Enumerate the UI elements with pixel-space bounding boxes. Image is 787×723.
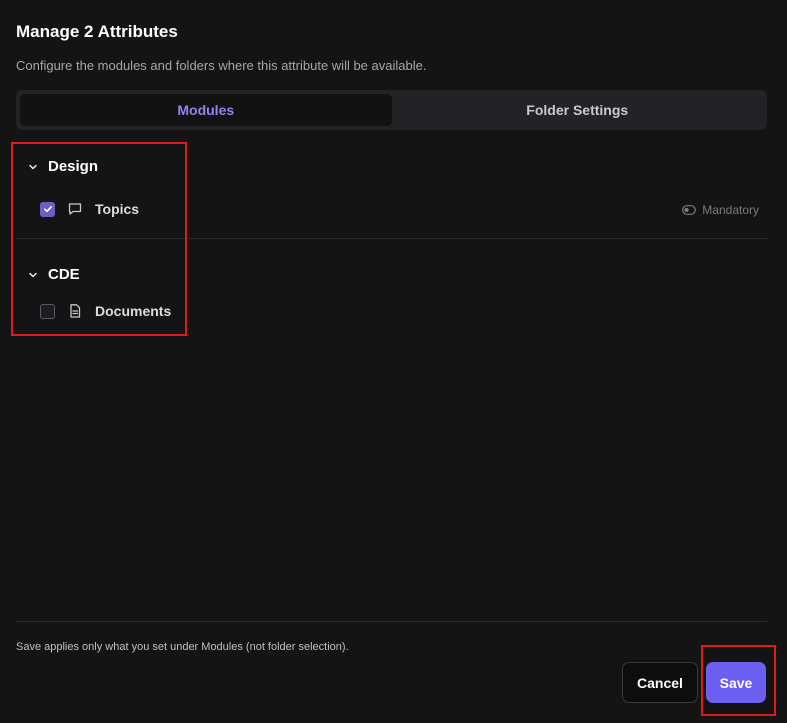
- module-row-topics: Topics: [40, 201, 139, 217]
- mandatory-toggle[interactable]: Mandatory: [682, 203, 759, 217]
- dialog-title: Manage 2 Attributes: [16, 22, 178, 41]
- chevron-down-icon: [29, 164, 37, 169]
- tab-modules[interactable]: Modules: [20, 94, 392, 126]
- comment-icon: [67, 201, 83, 217]
- group-label: Design: [48, 158, 99, 175]
- documents-checkbox[interactable]: [40, 303, 55, 319]
- document-icon: [67, 303, 83, 319]
- module-label: Documents: [95, 303, 172, 319]
- check-icon: [43, 206, 52, 213]
- tab-bar: Modules Folder Settings: [16, 90, 767, 130]
- footer-note: Save applies only what you set under Mod…: [16, 641, 349, 653]
- module-label: Topics: [95, 201, 140, 217]
- module-row-documents: Documents: [40, 303, 171, 319]
- tab-folder-settings[interactable]: Folder Settings: [392, 94, 764, 126]
- footer-divider: [16, 621, 767, 622]
- mandatory-label: Mandatory: [702, 203, 759, 217]
- group-divider: [16, 238, 767, 239]
- cancel-button[interactable]: Cancel: [622, 662, 698, 703]
- save-button[interactable]: Save: [706, 662, 766, 703]
- group-header-design[interactable]: Design: [28, 158, 98, 175]
- dialog-subtitle: Configure the modules and folders where …: [16, 58, 427, 73]
- group-label: CDE: [48, 266, 80, 283]
- group-header-cde[interactable]: CDE: [28, 266, 80, 283]
- chevron-down-icon: [29, 272, 37, 277]
- toggle-icon: [682, 205, 697, 215]
- topics-checkbox[interactable]: [40, 201, 55, 217]
